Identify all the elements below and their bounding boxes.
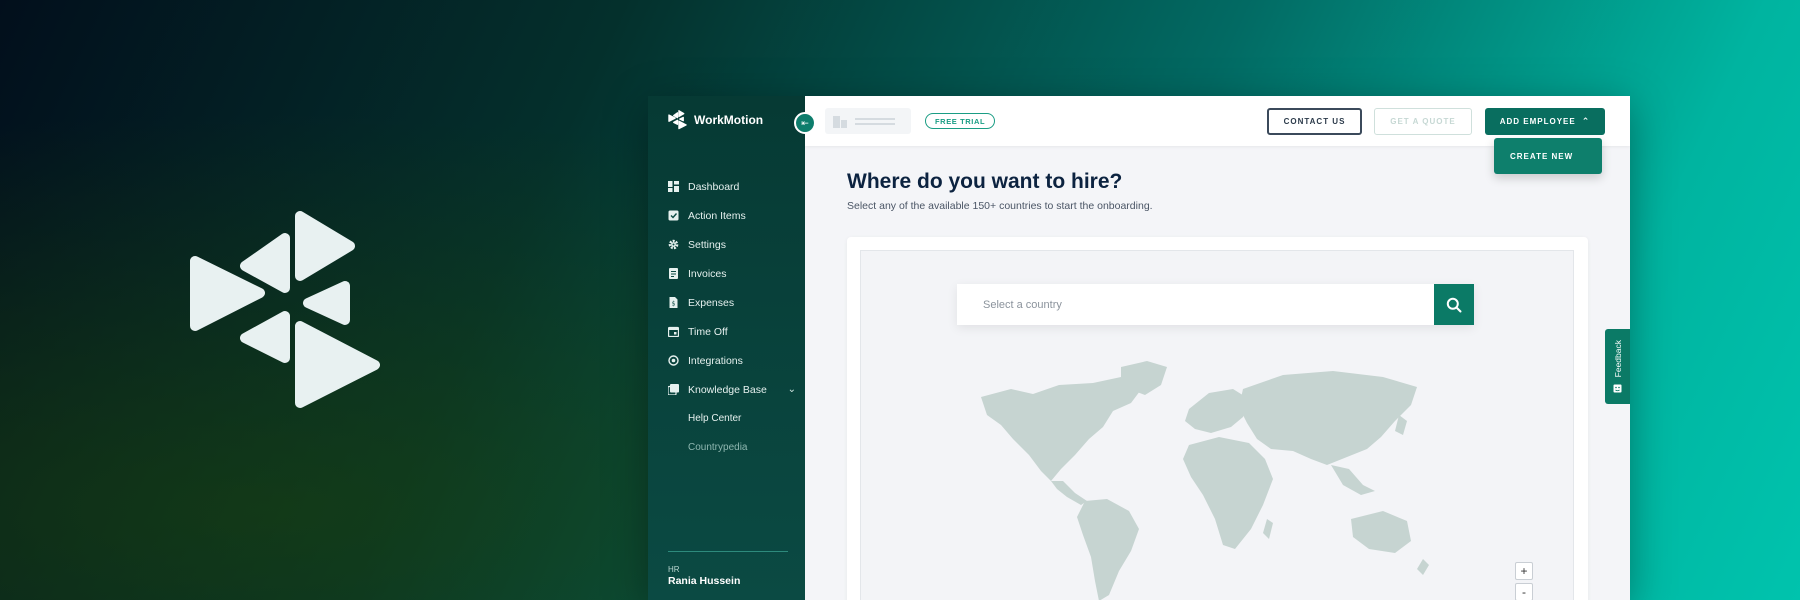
sidebar-item-integrations[interactable]: Integrations [668, 346, 796, 375]
add-employee-label: ADD EMPLOYEE [1499, 117, 1576, 126]
sidebar-nav: Dashboard Action Items Settings Invoices [668, 172, 796, 462]
add-employee-button[interactable]: ADD EMPLOYEE ⌃ [1485, 108, 1605, 135]
country-search-input[interactable] [957, 284, 1434, 325]
get-a-quote-button[interactable]: GET A QUOTE [1374, 108, 1472, 135]
sidebar-item-dashboard[interactable]: Dashboard [668, 172, 796, 201]
user-name[interactable]: Rania Hussein [668, 575, 740, 587]
map-australia [1351, 511, 1411, 553]
app-window: WorkMotion Dashboard Action Items Settin… [648, 96, 1630, 600]
sidebar-item-action-items[interactable]: Action Items [668, 201, 796, 230]
sidebar-item-invoices[interactable]: Invoices [668, 259, 796, 288]
puzzle-icon [668, 355, 679, 366]
sidebar-subitem-countrypedia[interactable]: Countrypedia [668, 433, 796, 462]
map-madagascar [1263, 519, 1273, 539]
receipt-icon: $ [668, 297, 679, 308]
sidebar-item-settings[interactable]: Settings [668, 230, 796, 259]
sidebar-divider [668, 551, 788, 552]
invoice-icon [668, 268, 679, 279]
search-icon [1446, 297, 1462, 312]
map-central-america [1051, 481, 1087, 505]
book-icon [668, 384, 679, 395]
building-icon [833, 116, 847, 128]
brand-name: WorkMotion [694, 113, 764, 127]
map-container[interactable]: + - [860, 250, 1574, 600]
sidebar-item-label: Integrations [688, 354, 743, 367]
sidebar-item-label: Action Items [688, 209, 746, 222]
map-africa [1183, 437, 1273, 549]
company-placeholder[interactable] [825, 108, 911, 134]
grid-icon [668, 181, 679, 192]
search-button[interactable] [1434, 284, 1474, 325]
country-selector-card: + - [847, 237, 1588, 600]
page-subtitle: Select any of the available 150+ countri… [847, 200, 1153, 212]
sidebar-item-label: Dashboard [688, 180, 740, 193]
map-north-america [981, 377, 1143, 481]
chevron-down-icon[interactable]: ⌄ [788, 384, 796, 395]
page-title: Where do you want to hire? [847, 170, 1123, 193]
zoom-in-button[interactable]: + [1515, 562, 1533, 580]
sidebar-item-time-off[interactable]: Time Off [668, 317, 796, 346]
sidebar-item-label: Time Off [688, 325, 728, 338]
sidebar-item-label: Settings [688, 238, 726, 251]
map-new-zealand [1417, 559, 1429, 575]
sidebar-subitem-help-center[interactable]: Help Center [668, 404, 796, 433]
map-europe [1185, 389, 1249, 433]
brand[interactable]: WorkMotion [668, 110, 763, 130]
zoom-out-button[interactable]: - [1515, 583, 1533, 600]
create-new-menu-item[interactable]: CREATE NEW [1494, 138, 1602, 174]
collapse-sidebar-button[interactable]: ⇤ [794, 112, 816, 134]
sidebar-item-knowledge-base[interactable]: Knowledge Base ⌄ [668, 375, 796, 404]
contact-us-button[interactable]: CONTACT US [1267, 108, 1362, 135]
calendar-icon [668, 326, 679, 337]
map-asia [1239, 371, 1417, 465]
country-search [957, 284, 1474, 325]
sidebar-item-label: Invoices [688, 267, 727, 280]
sidebar-item-expenses[interactable]: $ Expenses [668, 288, 796, 317]
feedback-face-icon [1613, 384, 1622, 393]
svg-text:$: $ [672, 301, 676, 308]
chevron-up-icon: ⌃ [1581, 116, 1591, 126]
feedback-tab[interactable]: Feedback [1605, 329, 1630, 404]
world-map[interactable] [971, 359, 1461, 600]
feedback-label: Feedback [1612, 340, 1623, 378]
collapse-arrow-icon: ⇤ [801, 117, 809, 128]
workmotion-logo-icon [668, 110, 687, 130]
map-southeast-asia [1331, 465, 1375, 495]
free-trial-badge: FREE TRIAL [925, 113, 996, 129]
sidebar-item-label: Expenses [688, 296, 735, 309]
user-role: HR [668, 565, 680, 574]
sidebar: WorkMotion Dashboard Action Items Settin… [648, 96, 805, 600]
checklist-icon [668, 210, 679, 221]
map-south-america [1077, 499, 1139, 600]
sidebar-item-label: Knowledge Base [688, 383, 767, 396]
workmotion-logo-large [190, 211, 380, 408]
placeholder-lines [855, 115, 895, 128]
gear-icon [668, 239, 679, 250]
